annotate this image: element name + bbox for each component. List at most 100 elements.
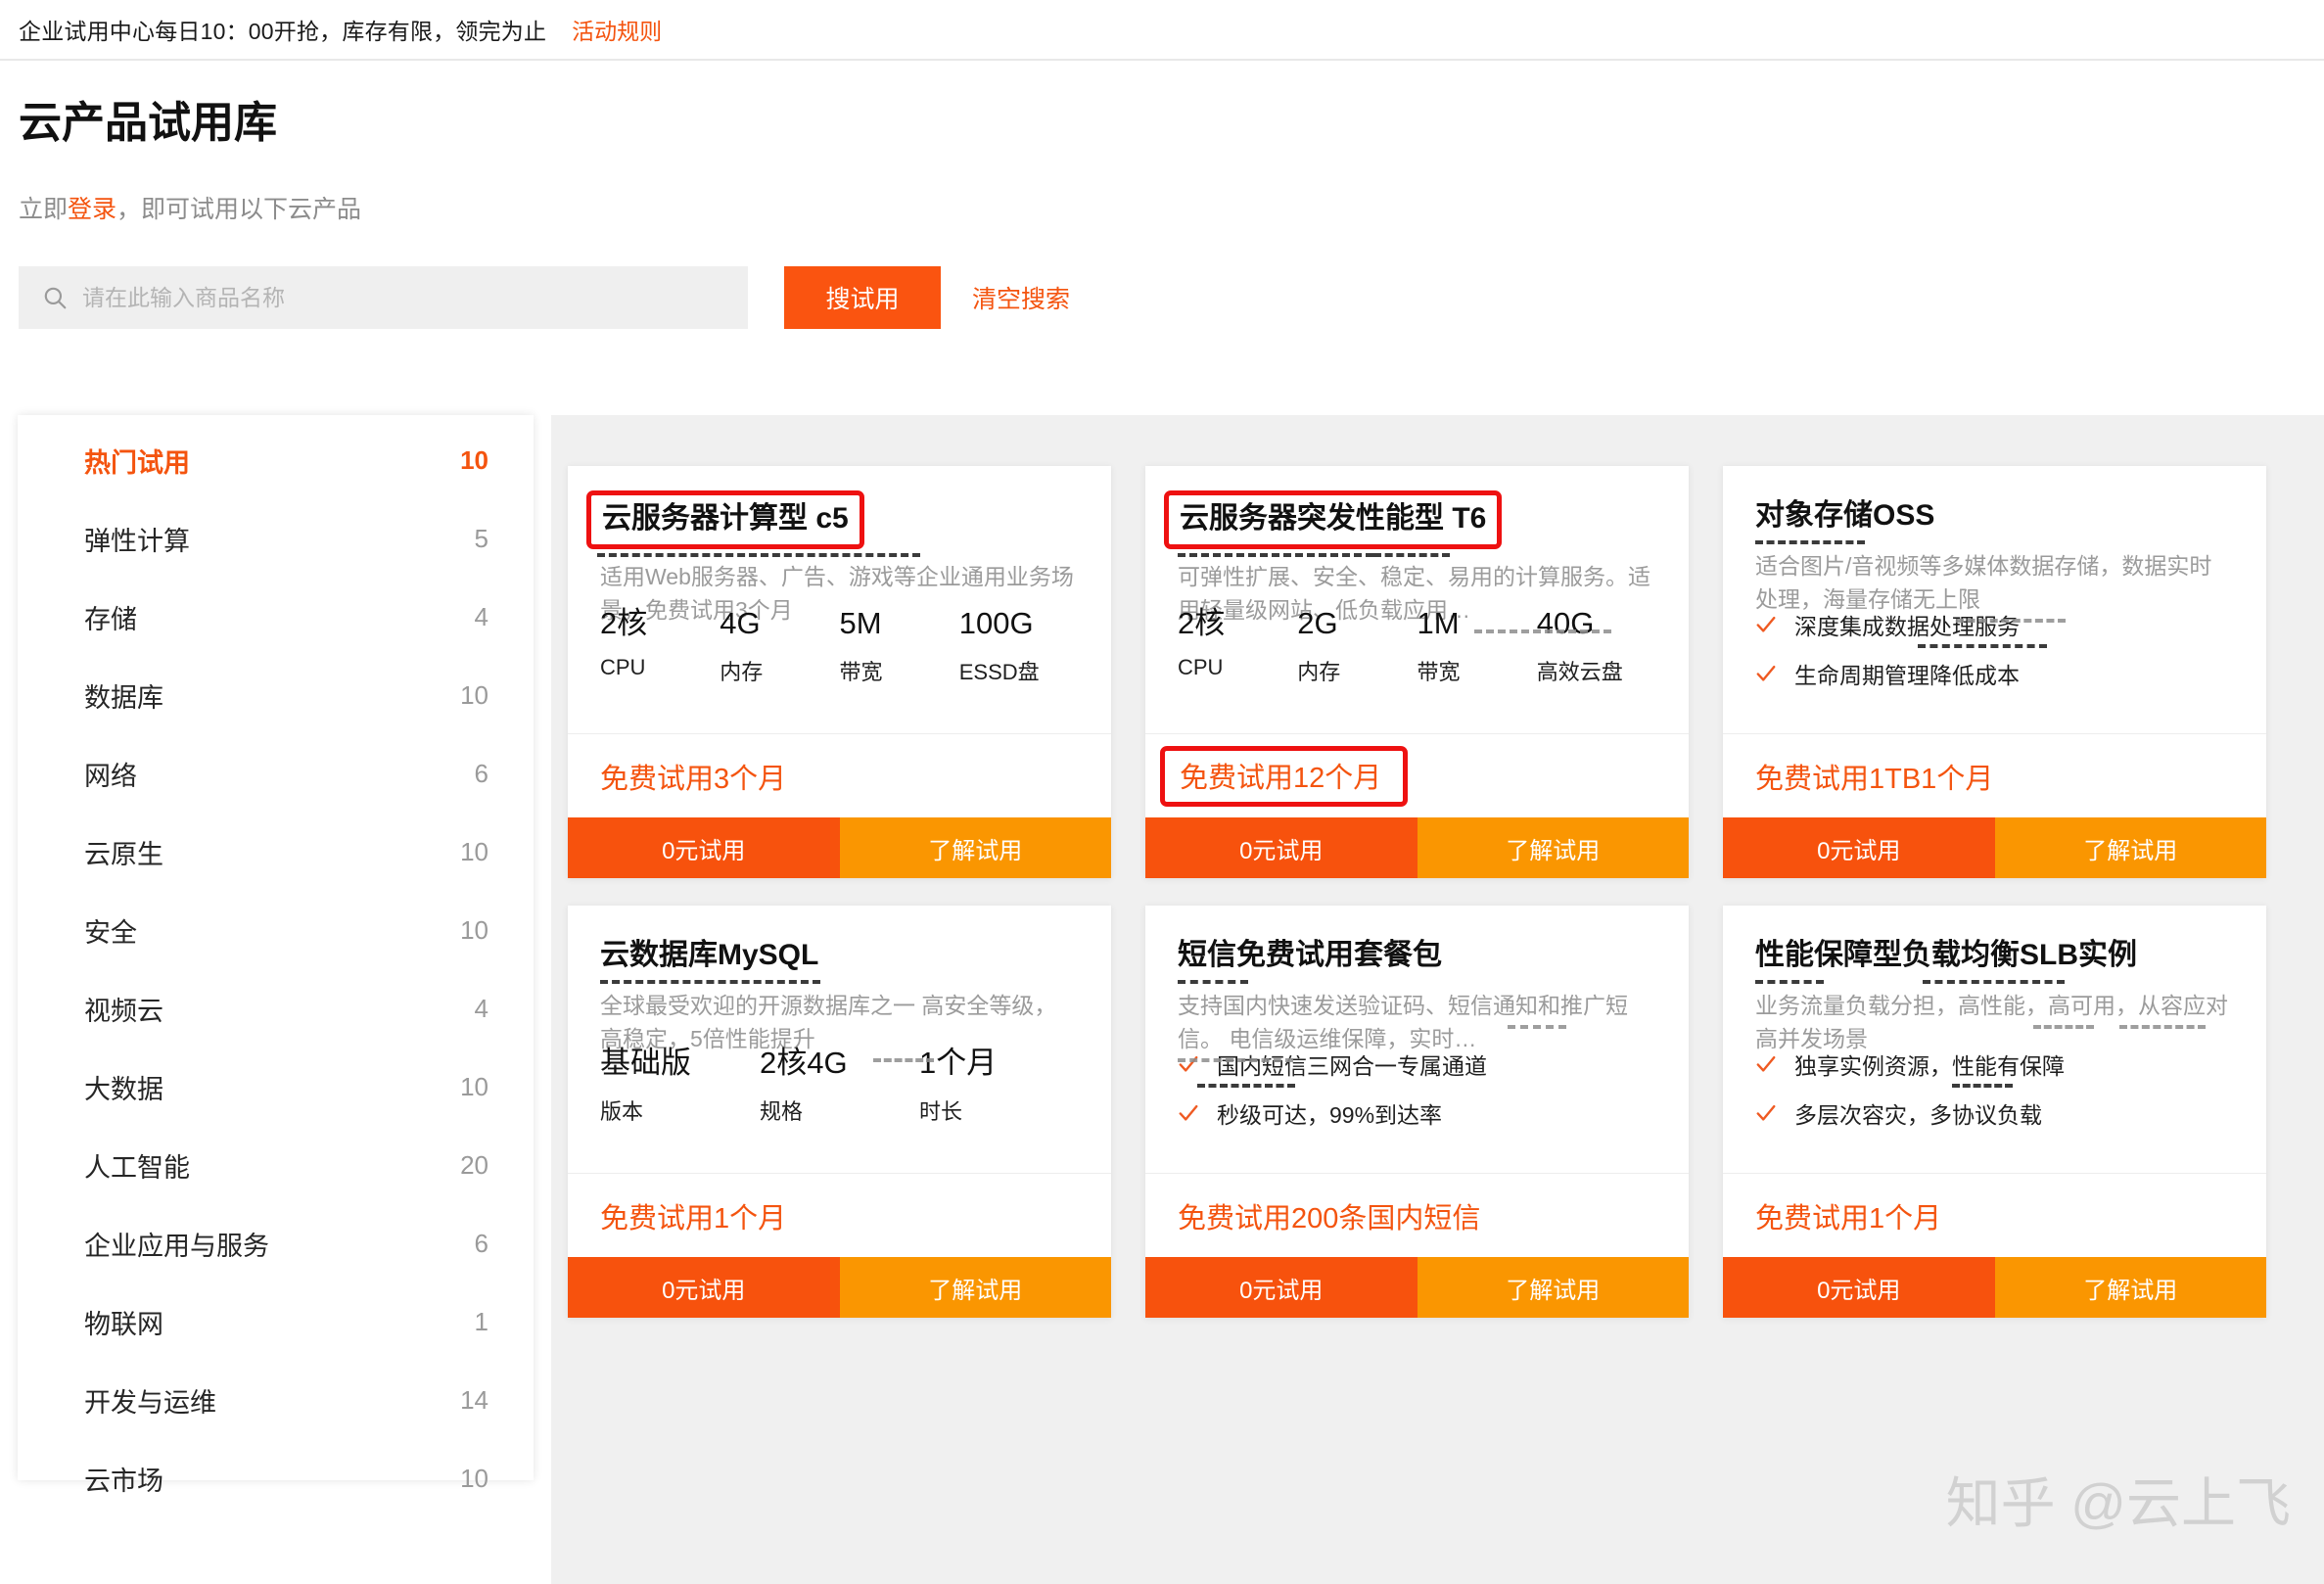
free-trial-button[interactable]: 0元试用 xyxy=(1723,817,1995,878)
product-title[interactable]: 对象存储OSS xyxy=(1755,497,2234,535)
product-spec-value: 2核4G xyxy=(760,1045,848,1080)
product-feature: 多层次容灾，多协议负载 xyxy=(1755,1096,2247,1130)
sidebar-item-9[interactable]: 人工智能 20 xyxy=(18,1126,534,1204)
page-title: 云产品试用库 xyxy=(19,99,277,147)
sidebar-item-8[interactable]: 大数据 10 xyxy=(18,1048,534,1126)
product-spec: 2核 CPU xyxy=(600,605,720,686)
annotation-underline xyxy=(1956,619,2067,624)
annotation-underline xyxy=(1508,1025,1567,1030)
clear-search-link[interactable]: 清空搜索 xyxy=(972,266,1070,329)
sidebar-item-count: 5 xyxy=(474,523,488,553)
learn-trial-button[interactable]: 了解试用 xyxy=(839,1257,1111,1318)
sidebar-item-count: 6 xyxy=(474,1228,488,1258)
product-spec-value: 40G xyxy=(1536,605,1595,640)
product-spec-value: 5M xyxy=(839,605,882,640)
sidebar-item-label: 开发与运维 xyxy=(84,1387,216,1418)
product-card[interactable]: 云服务器计算型 c5 适用Web服务器、广告、游戏等企业通用业务场景，免费试用3个… xyxy=(568,466,1111,878)
product-feature: 独享实例资源，性能有保障 xyxy=(1755,1048,2247,1081)
annotation-underline xyxy=(2032,1025,2094,1030)
product-feature: 生命周期管理降低成本 xyxy=(1755,657,2247,690)
annotation-underline xyxy=(597,552,921,557)
sidebar-item-1[interactable]: 弹性计算 5 xyxy=(18,499,534,578)
annotation-underline xyxy=(1197,1084,1296,1088)
sidebar-item-11[interactable]: 物联网 1 xyxy=(18,1282,534,1361)
product-spec-label: 时长 xyxy=(919,1099,963,1124)
search-button[interactable]: 搜试用 xyxy=(784,266,941,329)
product-spec-label: 内存 xyxy=(1297,660,1341,684)
sidebar-item-label: 视频云 xyxy=(84,996,163,1026)
annotation-underline xyxy=(1951,1084,2013,1088)
product-card-body: 对象存储OSS 适合图片/音视频等多媒体数据存储，数据实时处理，海量存储无上限 深度… xyxy=(1723,466,2266,734)
product-card[interactable]: 云数据库MySQL 全球最受欢迎的开源数据库之一 高安全等级，高稳定，5倍性能提升… xyxy=(568,906,1111,1318)
product-spec-label: 内存 xyxy=(720,660,764,684)
login-link[interactable]: 登录 xyxy=(68,196,116,223)
product-card[interactable]: 短信免费试用套餐包 支持国内快速发送验证码、短信通知和推广短信。 电信级运维保障，… xyxy=(1145,906,1689,1318)
sidebar-item-count: 1 xyxy=(474,1306,488,1336)
learn-trial-button[interactable]: 了解试用 xyxy=(1417,1257,1689,1318)
sidebar-item-count: 10 xyxy=(460,444,488,475)
product-title[interactable]: 短信免费试用套餐包 xyxy=(1178,937,1656,974)
sidebar-item-6[interactable]: 安全 10 xyxy=(18,891,534,969)
sidebar-item-2[interactable]: 存储 4 xyxy=(18,578,534,656)
product-spec: 5M 带宽 xyxy=(840,605,959,686)
annotation-underline xyxy=(1755,979,1824,984)
free-trial-button[interactable]: 0元试用 xyxy=(1145,1257,1418,1318)
product-spec-row: 基础版 版本 2核4G 规格 1个月 时长 xyxy=(600,1045,1079,1126)
activity-rules-link[interactable]: 活动规则 xyxy=(572,13,662,46)
annotation-underline xyxy=(1474,629,1612,634)
product-spec-label: 规格 xyxy=(760,1099,804,1124)
sidebar-item-count: 10 xyxy=(460,1071,488,1101)
sidebar-item-7[interactable]: 视频云 4 xyxy=(18,969,534,1048)
product-trial-text: 免费试用12个月 xyxy=(1160,745,1409,807)
sidebar-item-label: 数据库 xyxy=(84,682,163,713)
product-card-actions: 0元试用 了解试用 xyxy=(568,1257,1111,1318)
free-trial-button[interactable]: 0元试用 xyxy=(568,1257,840,1318)
sidebar-item-0[interactable]: 热门试用 10 xyxy=(18,421,534,499)
free-trial-button[interactable]: 0元试用 xyxy=(568,817,840,878)
product-feature-list: 独享实例资源，性能有保障多层次容灾，多协议负载 xyxy=(1755,1048,2247,1130)
sidebar-item-10[interactable]: 企业应用与服务 6 xyxy=(18,1204,534,1282)
product-feature: 国内短信三网合一专属通道 xyxy=(1178,1048,1669,1081)
product-spec-row: 2核 CPU 2G 内存 1M 带宽 40G 高效云盘 xyxy=(1178,605,1656,686)
product-trial-row: 免费试用3个月 xyxy=(568,734,1111,817)
product-title[interactable]: 性能保障型负载均衡SLB实例 xyxy=(1755,937,2234,974)
sidebar-item-count: 20 xyxy=(460,1149,488,1180)
sidebar-item-4[interactable]: 网络 6 xyxy=(18,734,534,813)
sidebar-item-3[interactable]: 数据库 10 xyxy=(18,656,534,734)
search-input[interactable] xyxy=(80,277,711,318)
product-title[interactable]: 云服务器计算型 c5 xyxy=(586,490,864,549)
login-prompt: 立即登录，即可试用以下云产品 xyxy=(19,190,2324,225)
login-prompt-prefix: 立即 xyxy=(19,196,69,223)
product-feature: 深度集成数据处理服务 xyxy=(1755,608,2247,641)
product-card[interactable]: 性能保障型负载均衡SLB实例 业务流量负载分担，高性能，高可用，从容应对高并发场景… xyxy=(1723,906,2266,1318)
product-card[interactable]: 对象存储OSS 适合图片/音视频等多媒体数据存储，数据实时处理，海量存储无上限 深度… xyxy=(1723,466,2266,878)
product-spec-label: 带宽 xyxy=(839,660,883,684)
sidebar-item-13[interactable]: 云市场 10 xyxy=(18,1439,534,1517)
annotation-underline xyxy=(1177,552,1373,557)
product-spec: 1个月 时长 xyxy=(919,1045,1079,1126)
check-icon xyxy=(1756,616,1776,632)
learn-trial-button[interactable]: 了解试用 xyxy=(1994,817,2266,878)
product-feature-label: 独享实例资源，性能有保障 xyxy=(1794,1053,2065,1079)
annotation-underline xyxy=(1755,539,1865,544)
annotation-underline xyxy=(1178,979,1248,984)
sidebar-item-label: 人工智能 xyxy=(84,1152,190,1183)
product-card-actions: 0元试用 了解试用 xyxy=(1723,1257,2266,1318)
free-trial-button[interactable]: 0元试用 xyxy=(1145,817,1418,878)
learn-trial-button[interactable]: 了解试用 xyxy=(839,817,1111,878)
product-spec-label: ESSD盘 xyxy=(958,660,1040,684)
annotation-underline xyxy=(2118,1025,2206,1030)
annotation-underline xyxy=(1917,644,2047,648)
product-title[interactable]: 云服务器突发性能型 T6 xyxy=(1164,490,1503,549)
sidebar-item-5[interactable]: 云原生 10 xyxy=(18,813,534,891)
sidebar-item-12[interactable]: 开发与运维 14 xyxy=(18,1361,534,1439)
learn-trial-button[interactable]: 了解试用 xyxy=(1994,1257,2266,1318)
product-card[interactable]: 云服务器突发性能型 T6 可弹性扩展、安全、稳定、易用的计算服务。适用轻量级网站、… xyxy=(1145,466,1689,878)
learn-trial-button[interactable]: 了解试用 xyxy=(1417,817,1689,878)
free-trial-button[interactable]: 0元试用 xyxy=(1723,1257,1995,1318)
product-title[interactable]: 云数据库MySQL xyxy=(600,937,1079,974)
sidebar-item-count: 10 xyxy=(460,679,488,710)
product-spec: 100G ESSD盘 xyxy=(959,605,1079,686)
search-box[interactable] xyxy=(19,266,748,329)
check-icon xyxy=(1179,1055,1198,1072)
